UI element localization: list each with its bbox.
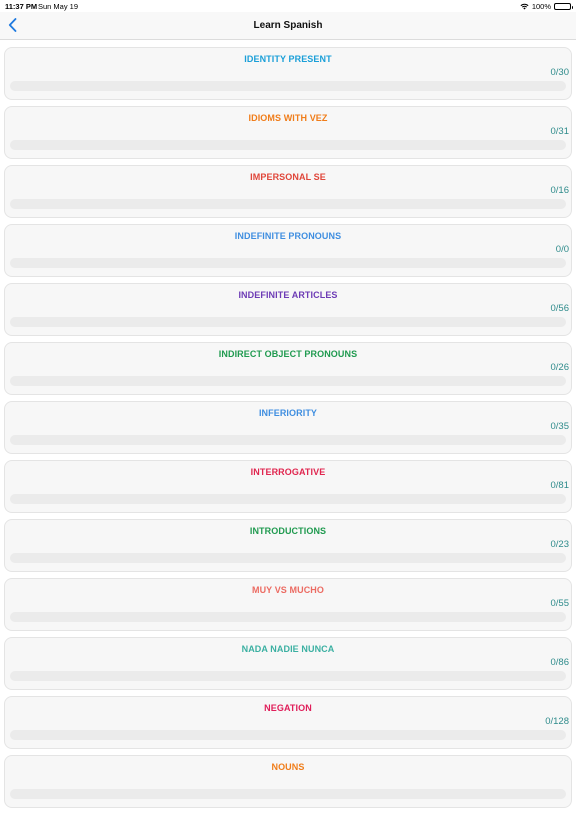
lesson-progress-bar — [10, 671, 566, 681]
lesson-card[interactable]: NADA NADIE NUNCA 0/86 — [4, 637, 572, 690]
lesson-progress-count: 0/23 — [550, 539, 570, 550]
lesson-progress-count: 0/86 — [550, 657, 570, 668]
lesson-progress-count: 0/31 — [550, 126, 570, 137]
lesson-title: INDEFINITE ARTICLES — [238, 290, 338, 300]
lesson-title: INDEFINITE PRONOUNS — [234, 231, 342, 241]
status-indicators: 100% — [520, 2, 573, 11]
lesson-title: INFERIORITY — [258, 408, 318, 418]
lesson-title: MUY VS MUCHO — [251, 585, 325, 595]
lesson-title: INDIRECT OBJECT PRONOUNS — [218, 349, 358, 359]
lesson-title: IMPERSONAL SE — [250, 172, 326, 182]
lesson-progress-bar — [10, 199, 566, 209]
lesson-card[interactable]: INDEFINITE ARTICLES 0/56 — [4, 283, 572, 336]
lesson-card[interactable]: INTRODUCTIONS 0/23 — [4, 519, 572, 572]
lesson-card[interactable]: MUY VS MUCHO 0/55 — [4, 578, 572, 631]
lesson-progress-bar — [10, 317, 566, 327]
lesson-title: IDENTITY PRESENT — [244, 54, 332, 64]
lesson-progress-count: 0/26 — [550, 362, 570, 373]
lesson-title: NEGATION — [264, 703, 312, 713]
lesson-progress-bar — [10, 730, 566, 740]
lesson-card[interactable]: IDENTITY PRESENT 0/30 — [4, 47, 572, 100]
lesson-progress-count: 0/30 — [550, 67, 570, 78]
lesson-card[interactable]: INDEFINITE PRONOUNS 0/0 — [4, 224, 572, 277]
lesson-progress-count: 0/35 — [550, 421, 570, 432]
battery-icon — [554, 3, 573, 10]
lesson-title: NOUNS — [271, 762, 305, 772]
lesson-progress-bar — [10, 435, 566, 445]
page-title: Learn Spanish — [253, 20, 323, 31]
lesson-card[interactable]: NEGATION 0/128 — [4, 696, 572, 749]
lesson-progress-bar — [10, 81, 566, 91]
lesson-progress-count: 0/0 — [555, 244, 569, 255]
status-time: 11:37 PM — [5, 2, 38, 11]
lesson-card[interactable]: INTERROGATIVE 0/81 — [4, 460, 572, 513]
lesson-progress-bar — [10, 376, 566, 386]
lesson-title: INTERROGATIVE — [250, 467, 326, 477]
lesson-card[interactable]: INDIRECT OBJECT PRONOUNS 0/26 — [4, 342, 572, 395]
lesson-card[interactable]: IDIOMS WITH VEZ 0/31 — [4, 106, 572, 159]
lesson-progress-bar — [10, 494, 566, 504]
lesson-progress-count: 0/56 — [550, 303, 570, 314]
lesson-list: IDENTITY PRESENT 0/30 IDIOMS WITH VEZ 0/31 I… — [4, 47, 572, 814]
navigation-bar: Learn Spanish — [0, 12, 576, 40]
lesson-progress-bar — [10, 789, 566, 799]
battery-percent: 100% — [531, 2, 551, 11]
lesson-progress-bar — [10, 553, 566, 563]
lesson-progress-count: 0/55 — [550, 598, 570, 609]
lesson-progress-count: 0/16 — [550, 185, 570, 196]
lesson-progress-bar — [10, 612, 566, 622]
lesson-progress-bar — [10, 258, 566, 268]
status-bar: 11:37 PM Sun May 19 100% — [0, 0, 576, 12]
lesson-card[interactable]: IMPERSONAL SE 0/16 — [4, 165, 572, 218]
lesson-card[interactable]: INFERIORITY 0/35 — [4, 401, 572, 454]
status-date: Sun May 19 — [38, 2, 79, 11]
lesson-title: NADA NADIE NUNCA — [241, 644, 335, 654]
lesson-card[interactable]: NOUNS — [4, 755, 572, 808]
lesson-progress-count: 0/128 — [545, 716, 569, 727]
lesson-title: INTRODUCTIONS — [249, 526, 327, 536]
lesson-title: IDIOMS WITH VEZ — [248, 113, 328, 123]
wifi-icon — [520, 3, 529, 10]
lesson-progress-count: 0/81 — [550, 480, 570, 491]
lesson-progress-bar — [10, 140, 566, 150]
